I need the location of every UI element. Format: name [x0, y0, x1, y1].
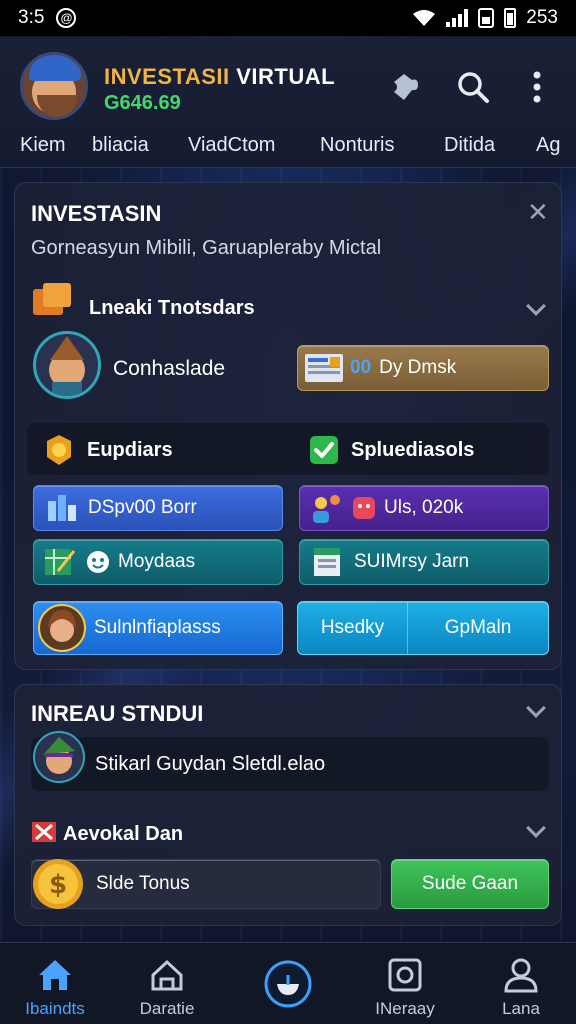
profile-label: Conhaslade	[113, 357, 226, 380]
list-item[interactable]: Stikarl Guydan Sletdl.elao	[31, 731, 549, 791]
chevron-down-icon[interactable]	[526, 698, 546, 718]
folder-icon	[33, 283, 77, 317]
wifi-icon	[413, 10, 436, 26]
section1-title: Lneaki Tnotsdars	[89, 297, 255, 319]
home-icon	[39, 960, 71, 990]
smiley-icon	[87, 551, 109, 573]
panel-title: INVESTASIN	[31, 201, 162, 226]
ledger-icon	[305, 354, 343, 382]
status-right-value: 253	[526, 7, 558, 28]
profile-avatar[interactable]	[33, 331, 101, 399]
section2-left-title: Eupdiars	[87, 439, 173, 461]
dy-prefix: 00	[350, 357, 372, 378]
sude-gaan-button[interactable]: Sude Gaan	[391, 859, 549, 909]
section2-header: Eupdiars Spluediasols	[27, 423, 549, 475]
item-avatar	[33, 731, 85, 783]
nav-item-center[interactable]	[233, 943, 343, 1024]
signal-icon	[446, 9, 469, 27]
battery-icon	[504, 8, 517, 28]
nav-item-home[interactable]: Ibaindts	[0, 943, 110, 1024]
sim-icon	[478, 8, 495, 28]
bottom-nav: Ibaindts Daratie INeraay Lana	[0, 942, 576, 1024]
item-label: Stikarl Guydan Sletdl.elao	[95, 753, 326, 775]
dspv-button[interactable]: DSpv00 Borr	[33, 485, 283, 531]
coin-badge-icon	[43, 435, 75, 470]
tab-ditida[interactable]: Ditida	[444, 134, 495, 157]
document-icon	[314, 548, 340, 576]
tab-ag[interactable]: Ag	[536, 134, 560, 157]
chart-cube-icon	[48, 495, 76, 521]
profile-icon	[504, 958, 538, 993]
nav-item-ineraay[interactable]: INeraay	[350, 943, 460, 1024]
tab-viadctom[interactable]: ViadCtom	[188, 134, 275, 157]
woman-avatar	[38, 604, 86, 652]
moydaas-button[interactable]: Moydaas	[33, 539, 283, 585]
status-time: 3:5	[18, 7, 45, 28]
sulnlnfiaplasss-button[interactable]: Sulnlnfiaplasss	[33, 601, 283, 655]
svg-text:$: $	[49, 870, 67, 900]
nav-tabs: Kiem bliacia ViadCtom Nonturis Ditida Ag	[0, 134, 576, 164]
spreadsheet-icon	[45, 549, 76, 575]
app-header: INVESTASII VIRTUAL G646.69 Kiem bliacia …	[0, 38, 576, 168]
section2-right-title: Spluediasols	[351, 439, 475, 461]
split-button: Hsedky GpMaln	[297, 601, 549, 655]
gpmaln-button[interactable]: GpMaln	[408, 602, 548, 654]
hsedky-button[interactable]: Hsedky	[298, 602, 408, 654]
red-x-icon	[31, 821, 57, 848]
more-vert-icon[interactable]	[518, 68, 556, 106]
nav-item-lana[interactable]: Lana	[466, 943, 576, 1024]
lower-panel: INREAU STNDUI Stikarl Guydan Sletdl.elao…	[14, 684, 562, 926]
chevron-down-icon[interactable]	[526, 296, 546, 316]
investasin-panel: INVESTASIN ✕ Gorneasyun Mibili, Garuaple…	[14, 182, 562, 670]
lower-section-title: Aevokal Dan	[63, 823, 184, 845]
app-title: INVESTASII VIRTUAL	[104, 64, 336, 89]
lower-panel-title: INREAU STNDUI	[31, 701, 204, 726]
chevron-down-icon[interactable]	[526, 818, 546, 838]
house-outline-icon	[151, 959, 183, 991]
face-icon	[353, 497, 375, 519]
center-action-icon	[264, 960, 312, 1008]
puzzle-icon[interactable]	[388, 68, 426, 106]
user-avatar[interactable]	[20, 52, 88, 120]
dollar-coin-icon: $	[33, 859, 83, 909]
close-icon[interactable]: ✕	[527, 199, 549, 225]
search-icon[interactable]	[454, 68, 492, 106]
suimrsy-button[interactable]: SUIMrsy Jarn	[299, 539, 549, 585]
people-icon	[313, 495, 340, 523]
checkmark-icon	[309, 435, 339, 470]
uls-button[interactable]: Uls, 020k	[299, 485, 549, 531]
tab-bliacia[interactable]: bliacia	[92, 134, 149, 157]
slide-tonus-item[interactable]: $ Slde Tonus	[31, 859, 381, 909]
status-bar: 3:5 @ 253	[0, 0, 576, 36]
nav-item-daratie[interactable]: Daratie	[112, 943, 222, 1024]
panel-subtitle: Gorneasyun Mibili, Garuapleraby Mictal	[31, 237, 382, 259]
balance-value: G646.69	[104, 92, 181, 114]
tab-nonturis[interactable]: Nonturis	[320, 134, 394, 157]
tab-kiem[interactable]: Kiem	[20, 134, 66, 157]
at-icon: @	[56, 8, 77, 28]
dy-dmsk-button[interactable]: 00 Dy Dmsk	[297, 345, 549, 391]
camera-icon	[388, 958, 422, 992]
